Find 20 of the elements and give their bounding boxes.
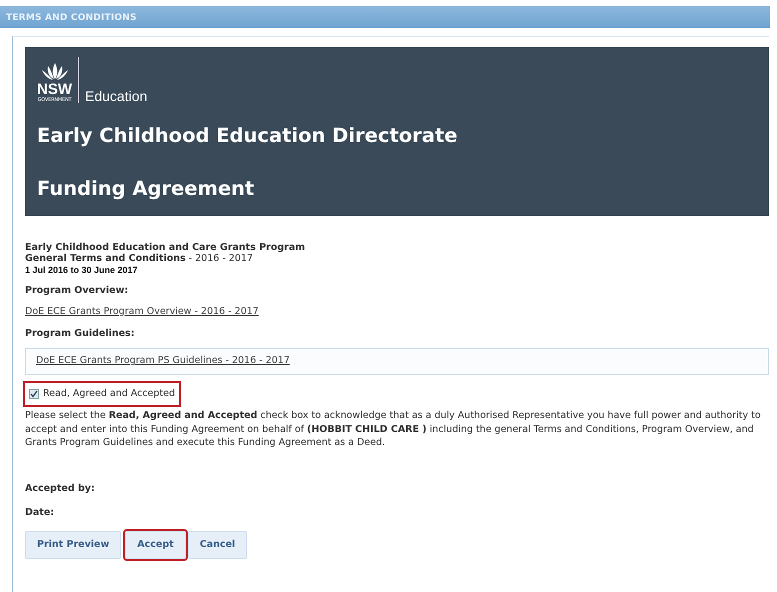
agreement-period: 1 Jul 2016 to 30 June 2017 [25,264,139,276]
agreement-statement: Please select the Read, Agreed and Accepted check box to acknowledge that as a duly Authorised Representative you have full power and authority to accept and enter into this Funding Agreement on behalf of (HOBBIT CHILD CARE ) including the general Terms and Conditions, Program Overview, and Grants Program Guidelines and execute this Funding Agreement as a Deed. [25,408,762,450]
window-title: TERMS AND CONDITIONS [0,6,770,28]
banner-title: Early Childhood Education Directorate [37,123,458,149]
checkbox-label: Read, Agreed and Accepted [43,386,176,401]
document-link[interactable]: DoE ECE Grants Program Overview - 2016 - 2017 [25,306,259,317]
program-name: Early Childhood Education and Care Grants Program [25,242,306,254]
action-button[interactable]: Print Preview [25,530,122,559]
field-label: Date: [25,506,56,520]
banner-subtitle: Funding Agreement [37,176,256,202]
terms-title: General Terms and Conditions [25,253,186,264]
terms-years: - 2016 - 2017 [188,253,253,264]
section-heading: Program Guidelines: [25,327,136,342]
field-label: Accepted by: [25,482,96,496]
department-name: Education [85,89,148,103]
action-button[interactable]: Cancel [188,530,248,559]
checkbox[interactable] [29,388,39,399]
action-button[interactable]: Accept [125,530,186,559]
document-link[interactable]: DoE ECE Grants Program PS Guidelines - 2016 - 2017 [36,355,290,366]
section-heading: Program Overview: [25,284,130,298]
